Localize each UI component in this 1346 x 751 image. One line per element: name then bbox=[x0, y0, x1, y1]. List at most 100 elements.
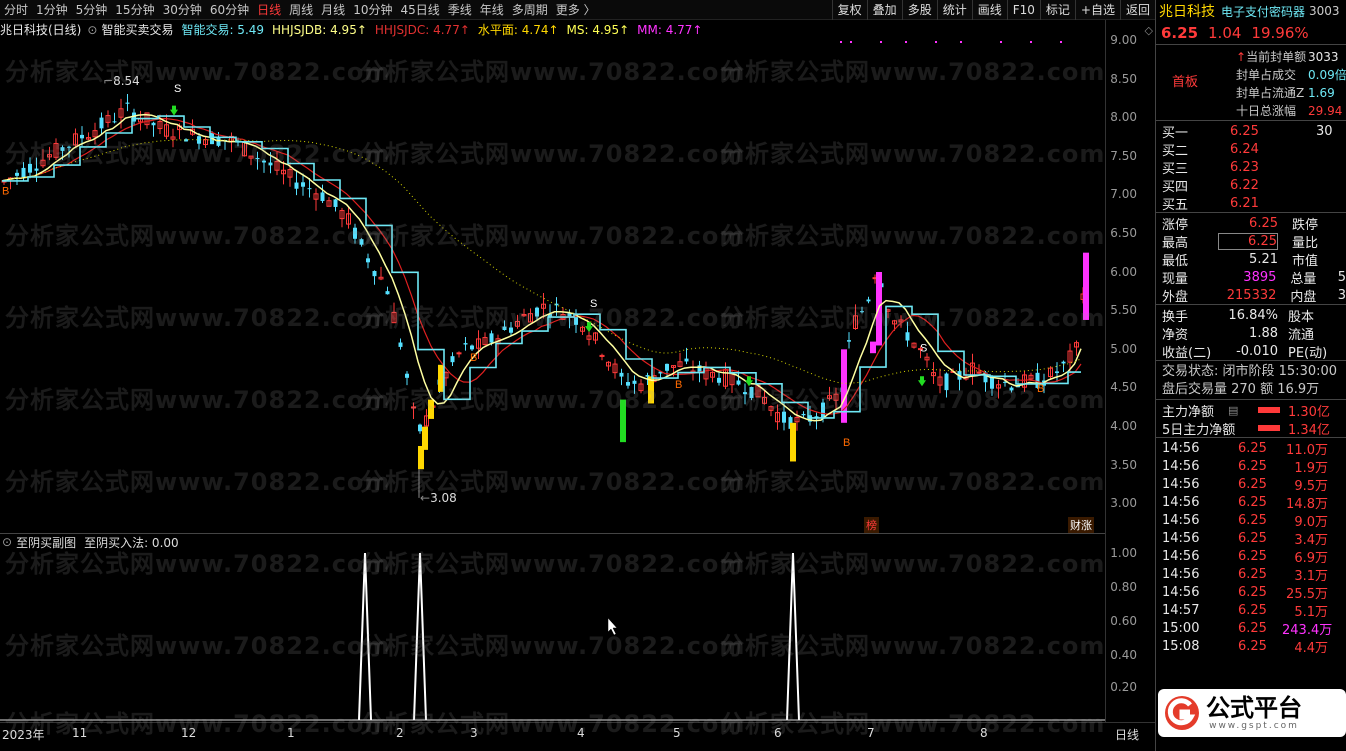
period-tab-daily[interactable]: 日线 bbox=[253, 0, 285, 20]
watermark: 分析家公式网www.70822.com bbox=[720, 386, 1106, 414]
period-tab[interactable]: 年线 bbox=[476, 0, 508, 20]
stat-label: 涨停 bbox=[1162, 217, 1189, 233]
stats-button[interactable]: 统计 bbox=[936, 0, 972, 20]
multi-stock-button[interactable]: 多股 bbox=[901, 0, 937, 20]
draw-line-button[interactable]: 画线 bbox=[971, 0, 1007, 20]
watermark: 分析家公式网www.70822.com bbox=[360, 710, 746, 738]
quote-panel: 兆日科技 电子支付密码器 3003 6.25 1.04 19.96% 首板 ↑当… bbox=[1155, 0, 1346, 751]
hhjsjdb-value: HHJSJDB: 4.95↑ bbox=[272, 22, 367, 37]
axis-tick: 4.50 bbox=[1110, 380, 1137, 394]
period-tab[interactable]: 月线 bbox=[317, 0, 349, 20]
tick-time: 14:56 bbox=[1162, 584, 1200, 600]
bid-row: 买五 6.21 bbox=[1156, 194, 1346, 213]
period-tab[interactable]: 分时 bbox=[0, 0, 32, 20]
kline-chart[interactable]: BBB BBSSS bbox=[0, 38, 1105, 532]
watermark: 分析家公式网www.70822.com bbox=[5, 710, 391, 738]
period-label[interactable]: 日线 bbox=[1115, 726, 1139, 743]
sector-label[interactable]: 电子支付密码器 bbox=[1221, 3, 1305, 20]
tick-price: 6.25 bbox=[1238, 476, 1267, 492]
tick-row: 14:56 6.25 1.9万 bbox=[1156, 457, 1346, 476]
add-watchlist-button[interactable]: +自选 bbox=[1074, 0, 1120, 20]
mm-value: MM: 4.77↑ bbox=[637, 22, 703, 37]
candle-body bbox=[112, 121, 117, 123]
watermark: 分析家公式网www.70822.com bbox=[360, 140, 746, 168]
bid-price: 6.25 bbox=[1230, 123, 1259, 139]
collapse-icon[interactable]: ⊙ bbox=[87, 23, 97, 37]
stat-value: -0.010 bbox=[1236, 343, 1278, 359]
candle-body bbox=[301, 182, 305, 187]
tick-volume: 1.9万 bbox=[1294, 460, 1328, 476]
tick-price: 6.25 bbox=[1238, 620, 1267, 636]
bid-label: 买二 bbox=[1162, 143, 1189, 159]
period-tab[interactable]: 多周期 bbox=[508, 0, 552, 20]
tick-list[interactable]: 14:56 6.25 11.0万 14:56 6.25 1.9万 14:56 6.25 9.5万… bbox=[1156, 437, 1346, 656]
seal-value: 29.94 bbox=[1308, 104, 1343, 118]
watermark: 分析家公式网www.70822.com bbox=[360, 304, 746, 332]
adjust-button[interactable]: 复权 bbox=[831, 0, 867, 20]
stat-row: 最低 5.21 市值 bbox=[1156, 250, 1346, 269]
top-marker bbox=[880, 41, 882, 43]
formula-name[interactable]: 智能买卖交易 bbox=[101, 21, 173, 38]
candle-body bbox=[905, 332, 910, 341]
mark-button[interactable]: 标记 bbox=[1039, 0, 1075, 20]
period-tab[interactable]: 60分钟 bbox=[206, 0, 253, 20]
watermark: 分析家公式网www.70822.com bbox=[720, 304, 1106, 332]
stats-table-2: 换手 16.84% 股本 净资 1.88 流通 收益(二) -0.010 PE(动) bbox=[1156, 304, 1346, 361]
stat-value: 1.88 bbox=[1249, 325, 1278, 341]
fund-flow: 主力净额 ▤ 1.30亿 5日主力净额 1.34亿 bbox=[1156, 399, 1346, 438]
period-tab[interactable]: 1分钟 bbox=[32, 0, 72, 20]
tick-price: 6.25 bbox=[1238, 530, 1267, 546]
watermark: 分析家公式网www.70822.com bbox=[5, 58, 391, 86]
tick-volume: 5.1万 bbox=[1294, 604, 1328, 620]
candle-body bbox=[405, 373, 409, 378]
bid-row: 买三 6.23 bbox=[1156, 158, 1346, 177]
price-row: 6.25 1.04 19.96% bbox=[1156, 22, 1346, 44]
seal-label: 当前封单额 bbox=[1246, 50, 1307, 64]
stock-name[interactable]: 兆日科技 bbox=[1159, 1, 1215, 21]
back-button[interactable]: 返回 bbox=[1119, 0, 1155, 20]
period-tab[interactable]: 30分钟 bbox=[159, 0, 206, 20]
bid-row: 买一 6.25 30 bbox=[1156, 122, 1346, 141]
stat-label: 现量 bbox=[1162, 271, 1189, 287]
candle-body bbox=[1055, 371, 1059, 374]
flow-label: 5日主力净额 bbox=[1162, 422, 1236, 438]
tick-time: 14:56 bbox=[1162, 440, 1200, 456]
list-icon[interactable]: ▤ bbox=[1228, 404, 1258, 417]
stock-code: 3003 bbox=[1309, 4, 1340, 18]
toolbar-actions: 复权 叠加 多股 统计 画线 F10 标记 +自选 返回 bbox=[831, 0, 1155, 20]
stat-label: 总量 bbox=[1290, 271, 1317, 287]
candle-body bbox=[385, 291, 390, 295]
f10-button[interactable]: F10 bbox=[1006, 0, 1040, 20]
period-tab[interactable]: 15分钟 bbox=[111, 0, 158, 20]
period-tab[interactable]: 45日线 bbox=[396, 0, 443, 20]
more-periods-button[interactable]: 更多 〉 bbox=[552, 0, 600, 20]
trade-status: 交易状态: 闭市阶段 15:30:00 盘后交易量 270 额 16.9万 bbox=[1156, 360, 1346, 399]
flow-row: 5日主力净额 1.34亿 bbox=[1156, 419, 1346, 438]
candle-body bbox=[151, 122, 156, 126]
zn-value: 智能交易: 5.49 bbox=[181, 23, 265, 37]
period-tab[interactable]: 10分钟 bbox=[349, 0, 396, 20]
tick-time: 14:56 bbox=[1162, 566, 1200, 582]
signal-label: B bbox=[470, 352, 477, 364]
tick-row: 14:56 6.25 9.5万 bbox=[1156, 475, 1346, 494]
axis-tick: 9.00 bbox=[1110, 33, 1137, 47]
period-tab[interactable]: 5分钟 bbox=[72, 0, 112, 20]
stat-row: 外盘 215332 内盘 3 bbox=[1156, 286, 1346, 305]
collapse-panel-icon[interactable]: ◇ bbox=[1145, 24, 1153, 37]
tick-row: 14:56 6.25 14.8万 bbox=[1156, 493, 1346, 512]
signal-bar bbox=[790, 422, 796, 462]
period-tab[interactable]: 季线 bbox=[444, 0, 476, 20]
candle-body bbox=[418, 424, 422, 432]
ranking-tag: 榜 bbox=[864, 517, 879, 533]
candle-body bbox=[366, 258, 370, 263]
limit-up-box: 首板 ↑当前封单额 封单占成交 封单占流通Z 十日总涨幅 3033 0.09倍 … bbox=[1156, 44, 1346, 120]
sub-axis-tick: 1.00 bbox=[1110, 546, 1137, 560]
stat-label: 跌停 bbox=[1292, 217, 1319, 233]
period-tab[interactable]: 周线 bbox=[285, 0, 317, 20]
tick-volume: 9.0万 bbox=[1294, 514, 1328, 530]
candle-body bbox=[15, 172, 19, 176]
tick-volume: 6.9万 bbox=[1294, 550, 1328, 566]
top-marker bbox=[935, 41, 937, 43]
watermark: 分析家公式网www.70822.com bbox=[360, 468, 746, 496]
overlay-button[interactable]: 叠加 bbox=[866, 0, 902, 20]
